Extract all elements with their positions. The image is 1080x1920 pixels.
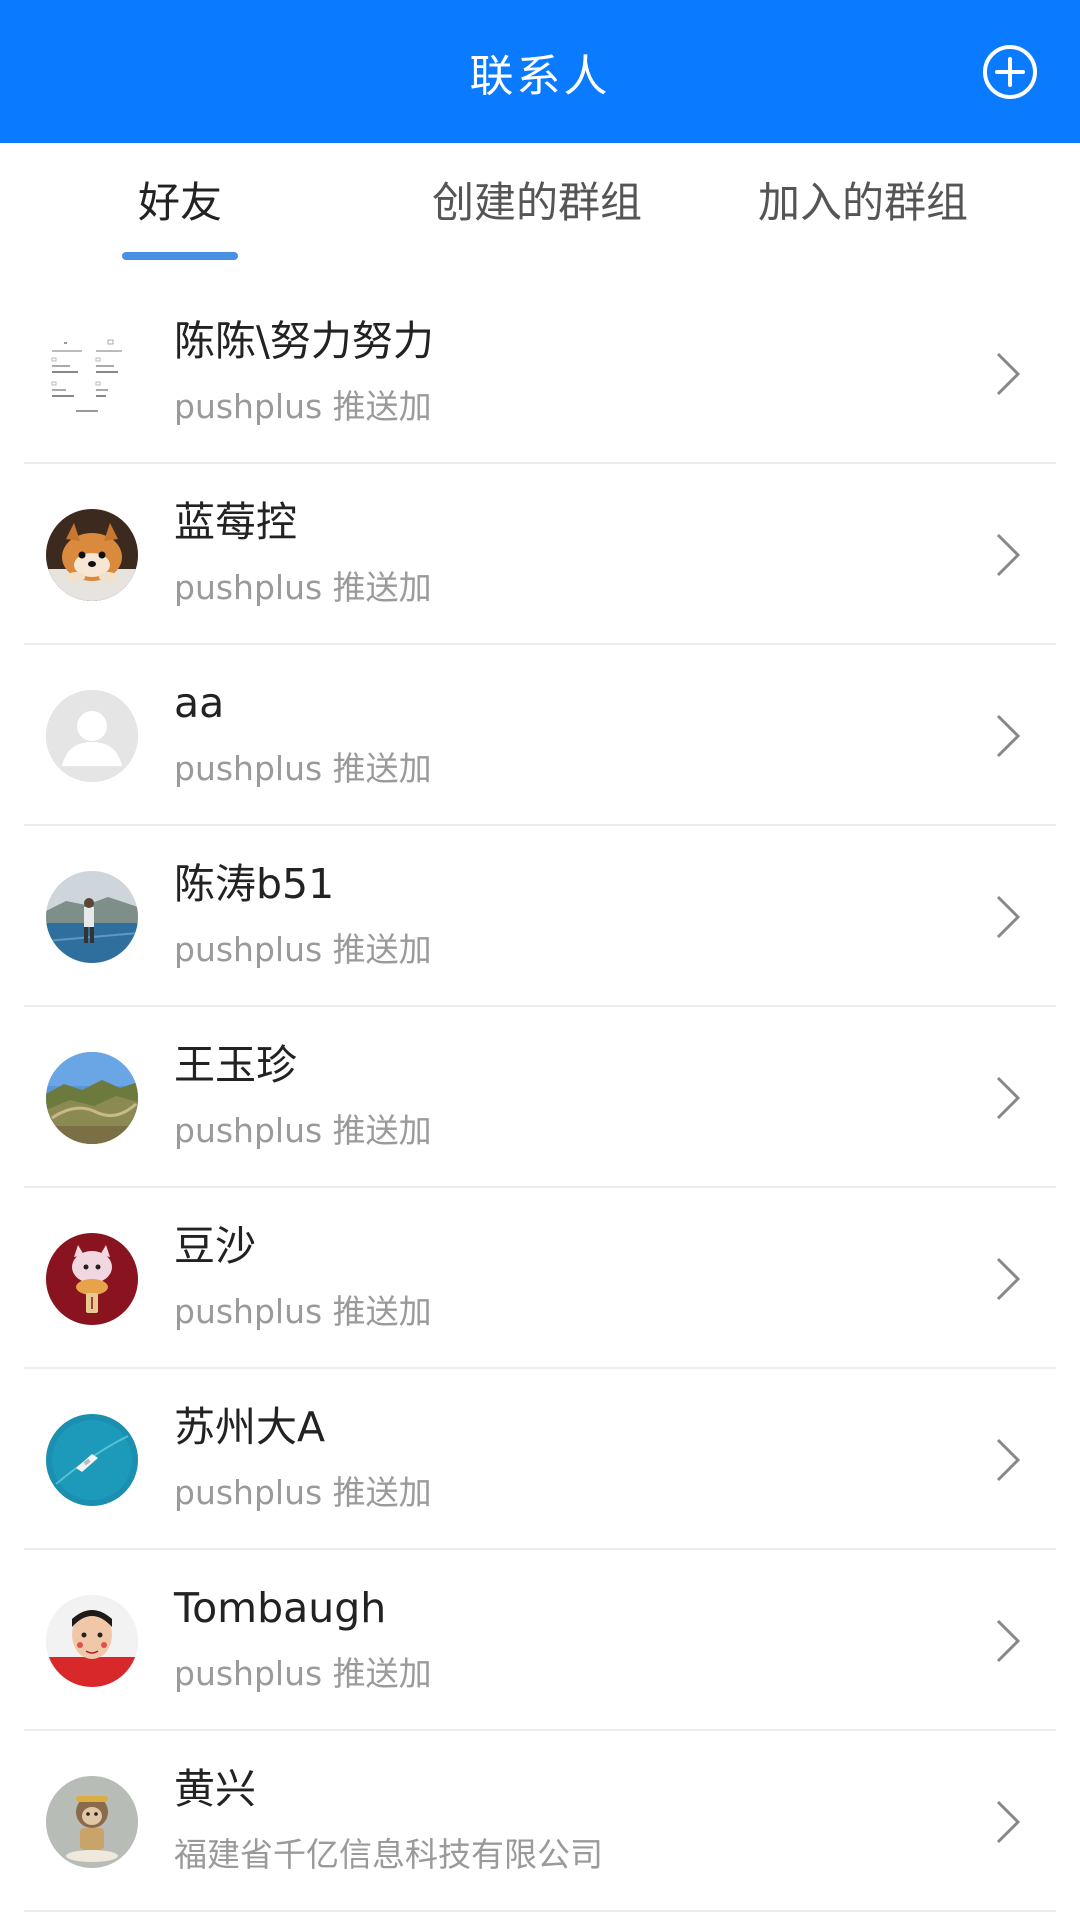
contact-row[interactable]: 陈陈\努力努力 pushplus 推送加 bbox=[0, 283, 1080, 464]
contact-row[interactable]: 豆沙 pushplus 推送加 bbox=[0, 1188, 1080, 1369]
add-button[interactable] bbox=[980, 42, 1040, 102]
contact-name: 王玉珍 bbox=[174, 1041, 297, 1089]
tab-label: 创建的群组 bbox=[431, 177, 642, 227]
tab-friends[interactable]: 好友 bbox=[0, 143, 342, 283]
contact-subtitle: pushplus 推送加 bbox=[174, 749, 432, 788]
contact-text: 王玉珍 pushplus 推送加 bbox=[174, 1037, 432, 1155]
contact-name: 陈涛b51 bbox=[174, 860, 335, 908]
contact-subtitle: pushplus 推送加 bbox=[174, 1473, 432, 1512]
great-wall-landscape-photo-icon bbox=[46, 1051, 138, 1144]
dog-photo-icon bbox=[46, 508, 138, 601]
active-tab-indicator bbox=[122, 252, 238, 260]
page-title: 联系人 bbox=[469, 50, 611, 102]
contact-subtitle: pushplus 推送加 bbox=[174, 1654, 432, 1693]
contact-text: Tombaugh pushplus 推送加 bbox=[174, 1580, 432, 1698]
contact-row[interactable]: 蓝莓控 pushplus 推送加 bbox=[0, 464, 1080, 645]
screenshot-thumbnail-icon bbox=[46, 327, 138, 420]
chevron-right-icon bbox=[996, 533, 1021, 576]
top-bar: 联系人 bbox=[0, 0, 1080, 143]
tab-label: 好友 bbox=[138, 177, 223, 227]
tab-joined-groups[interactable]: 加入的群组 bbox=[732, 143, 1080, 283]
avatar bbox=[46, 1775, 138, 1868]
contact-name: Tombaugh bbox=[174, 1584, 387, 1632]
contact-subtitle: pushplus 推送加 bbox=[174, 387, 432, 426]
chevron-right-icon bbox=[996, 1438, 1021, 1481]
avatar bbox=[46, 1232, 138, 1325]
contact-row[interactable]: 黄兴 福建省千亿信息科技有限公司 bbox=[0, 1731, 1080, 1912]
contact-row[interactable]: 陈涛b51 pushplus 推送加 bbox=[0, 826, 1080, 1007]
chevron-right-icon bbox=[996, 1800, 1021, 1843]
contact-row[interactable]: 王玉珍 pushplus 推送加 bbox=[0, 1007, 1080, 1188]
contact-name: 苏州大A bbox=[174, 1403, 326, 1451]
child-portrait-photo-icon bbox=[46, 1594, 138, 1687]
chevron-right-icon bbox=[996, 895, 1021, 938]
plus-circle-icon bbox=[983, 44, 1037, 99]
tab-created-groups[interactable]: 创建的群组 bbox=[342, 143, 732, 283]
contact-subtitle: pushplus 推送加 bbox=[174, 1292, 432, 1331]
contact-text: 蓝莓控 pushplus 推送加 bbox=[174, 494, 432, 612]
avatar bbox=[46, 508, 138, 601]
contact-name: 蓝莓控 bbox=[174, 498, 297, 546]
contact-subtitle: pushplus 推送加 bbox=[174, 930, 432, 969]
contact-name: 黄兴 bbox=[174, 1765, 256, 1813]
chevron-right-icon bbox=[996, 352, 1021, 395]
avatar bbox=[46, 327, 138, 420]
contact-text: 黄兴 福建省千亿信息科技有限公司 bbox=[174, 1761, 603, 1879]
contact-text: aa pushplus 推送加 bbox=[174, 675, 432, 793]
contact-subtitle: 福建省千亿信息科技有限公司 bbox=[174, 1835, 603, 1874]
chevron-right-icon bbox=[996, 714, 1021, 757]
contact-row[interactable]: Tombaugh pushplus 推送加 bbox=[0, 1550, 1080, 1731]
chevron-right-icon bbox=[996, 1076, 1021, 1119]
contact-list: 陈陈\努力努力 pushplus 推送加 蓝莓控 pushplus 推送加 aa… bbox=[0, 283, 1080, 1912]
monkey-king-figure-photo-icon bbox=[46, 1775, 138, 1868]
tab-bar: 好友 创建的群组 加入的群组 bbox=[0, 143, 1080, 283]
boat-on-sea-photo-icon bbox=[46, 1413, 138, 1506]
contact-subtitle: pushplus 推送加 bbox=[174, 1111, 432, 1150]
avatar bbox=[46, 1594, 138, 1687]
chevron-right-icon bbox=[996, 1619, 1021, 1662]
contact-name: 豆沙 bbox=[174, 1222, 256, 1270]
contact-row[interactable]: 苏州大A pushplus 推送加 bbox=[0, 1369, 1080, 1550]
chevron-right-icon bbox=[996, 1257, 1021, 1300]
contact-subtitle: pushplus 推送加 bbox=[174, 568, 432, 607]
avatar bbox=[46, 870, 138, 963]
person-on-track-photo-icon bbox=[46, 870, 138, 963]
contact-text: 陈涛b51 pushplus 推送加 bbox=[174, 856, 432, 974]
contact-text: 豆沙 pushplus 推送加 bbox=[174, 1218, 432, 1336]
contact-name: 陈陈\努力努力 bbox=[174, 317, 434, 365]
tab-label: 加入的群组 bbox=[758, 177, 969, 227]
avatar bbox=[46, 1413, 138, 1506]
default-user-icon bbox=[46, 689, 138, 782]
contacts-screen: 联系人 好友 创建的群组 加入的群组 陈陈\努力努力 pushplus 推送加 … bbox=[0, 0, 1080, 1920]
avatar bbox=[46, 1051, 138, 1144]
contact-row[interactable]: aa pushplus 推送加 bbox=[0, 645, 1080, 826]
avatar bbox=[46, 689, 138, 782]
contact-name: aa bbox=[174, 679, 225, 727]
contact-text: 陈陈\努力努力 pushplus 推送加 bbox=[174, 313, 434, 431]
cartoon-cat-lantern-photo-icon bbox=[46, 1232, 138, 1325]
contact-text: 苏州大A pushplus 推送加 bbox=[174, 1399, 432, 1517]
